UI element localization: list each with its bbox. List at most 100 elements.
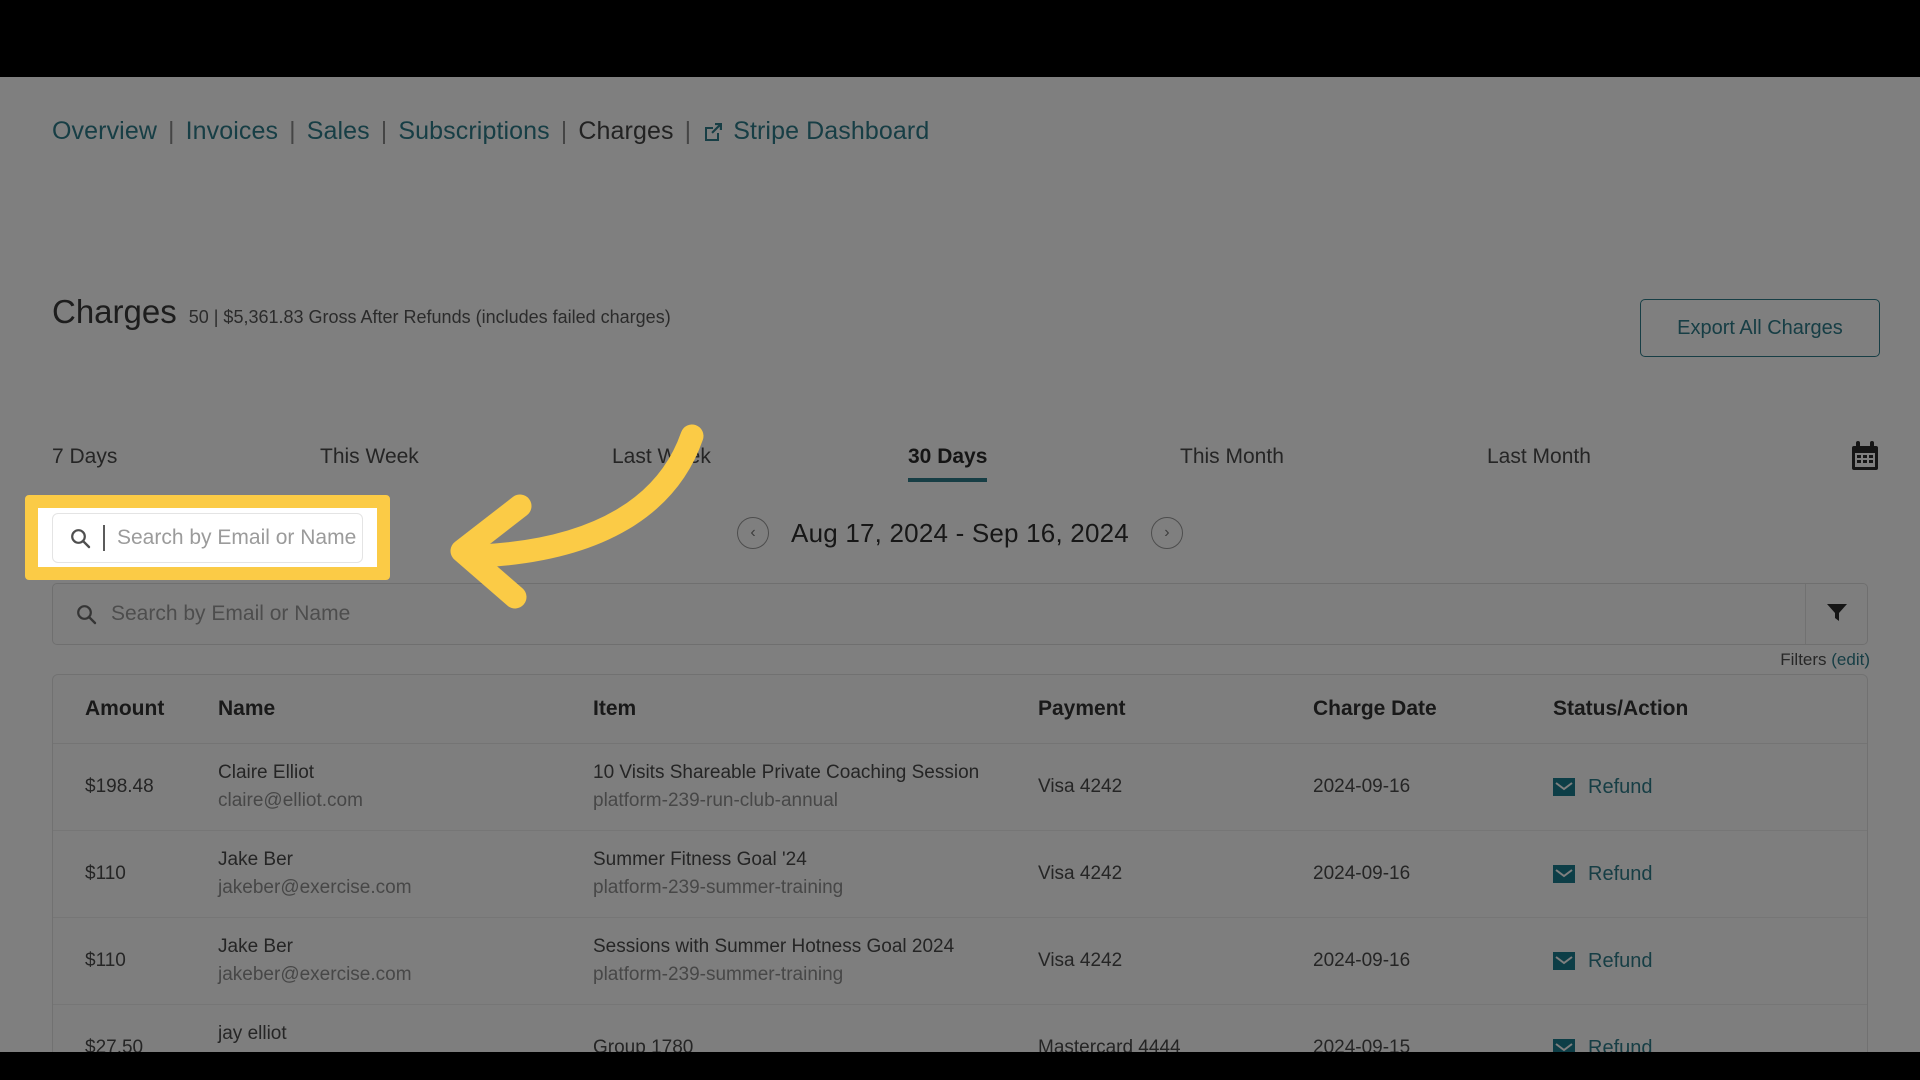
cell-charge-date: 2024-09-16 bbox=[1313, 830, 1553, 918]
calendar-icon[interactable] bbox=[1850, 440, 1880, 472]
cell-status-action: Refund bbox=[1553, 917, 1867, 1005]
export-all-charges-button[interactable]: Export All Charges bbox=[1640, 299, 1880, 357]
range-tab-last-month[interactable]: Last Month bbox=[1487, 445, 1591, 478]
search-filter-bar bbox=[52, 583, 1868, 645]
filters-label: Filters bbox=[1780, 650, 1827, 669]
cell-status-action: Refund bbox=[1553, 1005, 1867, 1053]
range-tab-30-days[interactable]: 30 Days bbox=[908, 445, 988, 482]
envelope-icon bbox=[1553, 952, 1575, 970]
top-nav: Overview | Invoices | Sales | Subscripti… bbox=[52, 117, 929, 146]
refund-link[interactable]: Refund bbox=[1588, 1037, 1653, 1053]
cell-charge-date: 2024-09-16 bbox=[1313, 917, 1553, 1005]
customer-name: Jake Ber bbox=[218, 936, 293, 957]
range-tab-this-month[interactable]: This Month bbox=[1180, 445, 1284, 478]
item-slug: platform-239-summer-training bbox=[593, 964, 844, 985]
cell-item: Sessions with Summer Hotness Goal 2024 p… bbox=[593, 917, 1038, 1005]
customer-email: jakeber@exercise.com bbox=[218, 964, 412, 985]
screenshot-stage: Overview | Invoices | Sales | Subscripti… bbox=[0, 0, 1920, 1080]
filter-icon bbox=[1825, 601, 1849, 628]
table-row[interactable]: $27.50 jay elliot jay@elliot.com Group 1… bbox=[53, 1005, 1867, 1053]
search-icon bbox=[75, 603, 97, 625]
envelope-icon bbox=[1553, 1039, 1575, 1052]
nav-item-stripe-dashboard[interactable]: Stripe Dashboard bbox=[733, 117, 929, 146]
date-range-label: Aug 17, 2024 - Sep 16, 2024 bbox=[791, 517, 1129, 548]
text-cursor bbox=[103, 524, 105, 551]
cell-payment: Visa 4242 bbox=[1038, 743, 1313, 831]
filters-edit-link[interactable]: (edit) bbox=[1831, 650, 1870, 669]
cell-item: 10 Visits Shareable Private Coaching Ses… bbox=[593, 743, 1038, 831]
column-header-item[interactable]: Item bbox=[593, 675, 1038, 744]
filter-button[interactable] bbox=[1805, 584, 1867, 644]
refund-action[interactable]: Refund bbox=[1553, 1037, 1867, 1053]
customer-email: jay@elliot.com bbox=[218, 1051, 593, 1052]
page-title-row: Charges 50 | $5,361.83 Gross After Refun… bbox=[52, 295, 671, 328]
nav-item-invoices[interactable]: Invoices bbox=[186, 117, 279, 146]
item-name: 10 Visits Shareable Private Coaching Ses… bbox=[593, 762, 980, 783]
range-tab-this-week[interactable]: This Week bbox=[320, 445, 419, 478]
refund-link[interactable]: Refund bbox=[1588, 863, 1653, 886]
cell-item: Summer Fitness Goal '24 platform-239-sum… bbox=[593, 830, 1038, 918]
search-input-focused[interactable]: Search by Email or Name bbox=[52, 512, 363, 563]
refund-action[interactable]: Refund bbox=[1553, 863, 1867, 886]
table-row[interactable]: $110 Jake Ber jakeber@exercise.com Sessi… bbox=[53, 917, 1867, 1005]
cell-name: Claire Elliot claire@elliot.com bbox=[218, 743, 593, 831]
table-head: Amount Name Item Payment Charge Date Sta… bbox=[53, 675, 1867, 744]
search-field[interactable] bbox=[53, 584, 1805, 644]
table-header-row: Amount Name Item Payment Charge Date Sta… bbox=[53, 675, 1867, 744]
cell-payment: Visa 4242 bbox=[1038, 830, 1313, 918]
range-tab-last-week[interactable]: Last Week bbox=[612, 445, 711, 478]
filters-note: Filters (edit) bbox=[1780, 650, 1870, 670]
search-input[interactable] bbox=[111, 602, 531, 626]
nav-item-charges[interactable]: Charges bbox=[578, 117, 673, 146]
previous-range-button[interactable]: ‹ bbox=[737, 517, 770, 549]
refund-action[interactable]: Refund bbox=[1553, 950, 1867, 973]
search-icon bbox=[69, 527, 91, 549]
table-row[interactable]: $110 Jake Ber jakeber@exercise.com Summe… bbox=[53, 830, 1867, 918]
item-name: Group 1780 bbox=[593, 1037, 694, 1052]
item-name: Summer Fitness Goal '24 bbox=[593, 849, 807, 870]
customer-name: Claire Elliot bbox=[218, 762, 315, 783]
refund-link[interactable]: Refund bbox=[1588, 776, 1653, 799]
column-header-payment[interactable]: Payment bbox=[1038, 675, 1313, 744]
cell-name: Jake Ber jakeber@exercise.com bbox=[218, 830, 593, 918]
nav-separator: | bbox=[560, 117, 568, 145]
cell-status-action: Refund bbox=[1553, 743, 1867, 831]
column-header-charge-date[interactable]: Charge Date bbox=[1313, 675, 1553, 744]
envelope-icon bbox=[1553, 865, 1575, 883]
letterbox-bottom bbox=[0, 1053, 1920, 1080]
charges-summary: 50 | $5,361.83 Gross After Refunds (incl… bbox=[188, 307, 671, 327]
nav-item-sales[interactable]: Sales bbox=[307, 117, 370, 146]
envelope-icon bbox=[1553, 778, 1575, 796]
nav-item-overview[interactable]: Overview bbox=[52, 117, 157, 146]
cell-amount: $198.48 bbox=[53, 743, 218, 831]
external-link-icon bbox=[702, 121, 724, 143]
range-tab-7-days[interactable]: 7 Days bbox=[52, 445, 117, 478]
nav-separator: | bbox=[289, 117, 296, 145]
column-header-amount[interactable]: Amount bbox=[53, 675, 218, 744]
search-input-highlight[interactable]: Search by Email or Name bbox=[25, 495, 390, 580]
next-range-button[interactable]: › bbox=[1150, 517, 1183, 549]
refund-action[interactable]: Refund bbox=[1553, 776, 1867, 799]
letterbox-top bbox=[0, 0, 1920, 75]
charges-table: Amount Name Item Payment Charge Date Sta… bbox=[53, 675, 1867, 1052]
cell-item: Group 1780 bbox=[593, 1005, 1038, 1052]
cell-name: Jake Ber jakeber@exercise.com bbox=[218, 917, 593, 1005]
search-placeholder-text: Search by Email or Name bbox=[117, 525, 357, 549]
cell-charge-date: 2024-09-15 bbox=[1313, 1037, 1411, 1052]
page-title: Charges bbox=[52, 293, 177, 330]
nav-item-subscriptions[interactable]: Subscriptions bbox=[398, 117, 549, 146]
cell-payment: Mastercard 4444 bbox=[1038, 1037, 1181, 1052]
cell-amount: $27.50 bbox=[85, 1037, 144, 1052]
cell-amount: $110 bbox=[53, 917, 218, 1005]
table-body: $198.48 Claire Elliot claire@elliot.com … bbox=[53, 743, 1867, 1053]
table-row[interactable]: $198.48 Claire Elliot claire@elliot.com … bbox=[53, 743, 1867, 831]
refund-link[interactable]: Refund bbox=[1588, 950, 1653, 973]
charges-table-container: Amount Name Item Payment Charge Date Sta… bbox=[52, 674, 1868, 1052]
cell-payment: Visa 4242 bbox=[1038, 917, 1313, 1005]
item-slug: platform-239-run-club-annual bbox=[593, 790, 839, 811]
item-name: Sessions with Summer Hotness Goal 2024 bbox=[593, 936, 955, 957]
cell-name: jay elliot jay@elliot.com bbox=[218, 1005, 593, 1052]
nav-separator: | bbox=[168, 117, 175, 145]
column-header-name[interactable]: Name bbox=[218, 675, 593, 744]
column-header-status[interactable]: Status/Action bbox=[1553, 675, 1867, 744]
